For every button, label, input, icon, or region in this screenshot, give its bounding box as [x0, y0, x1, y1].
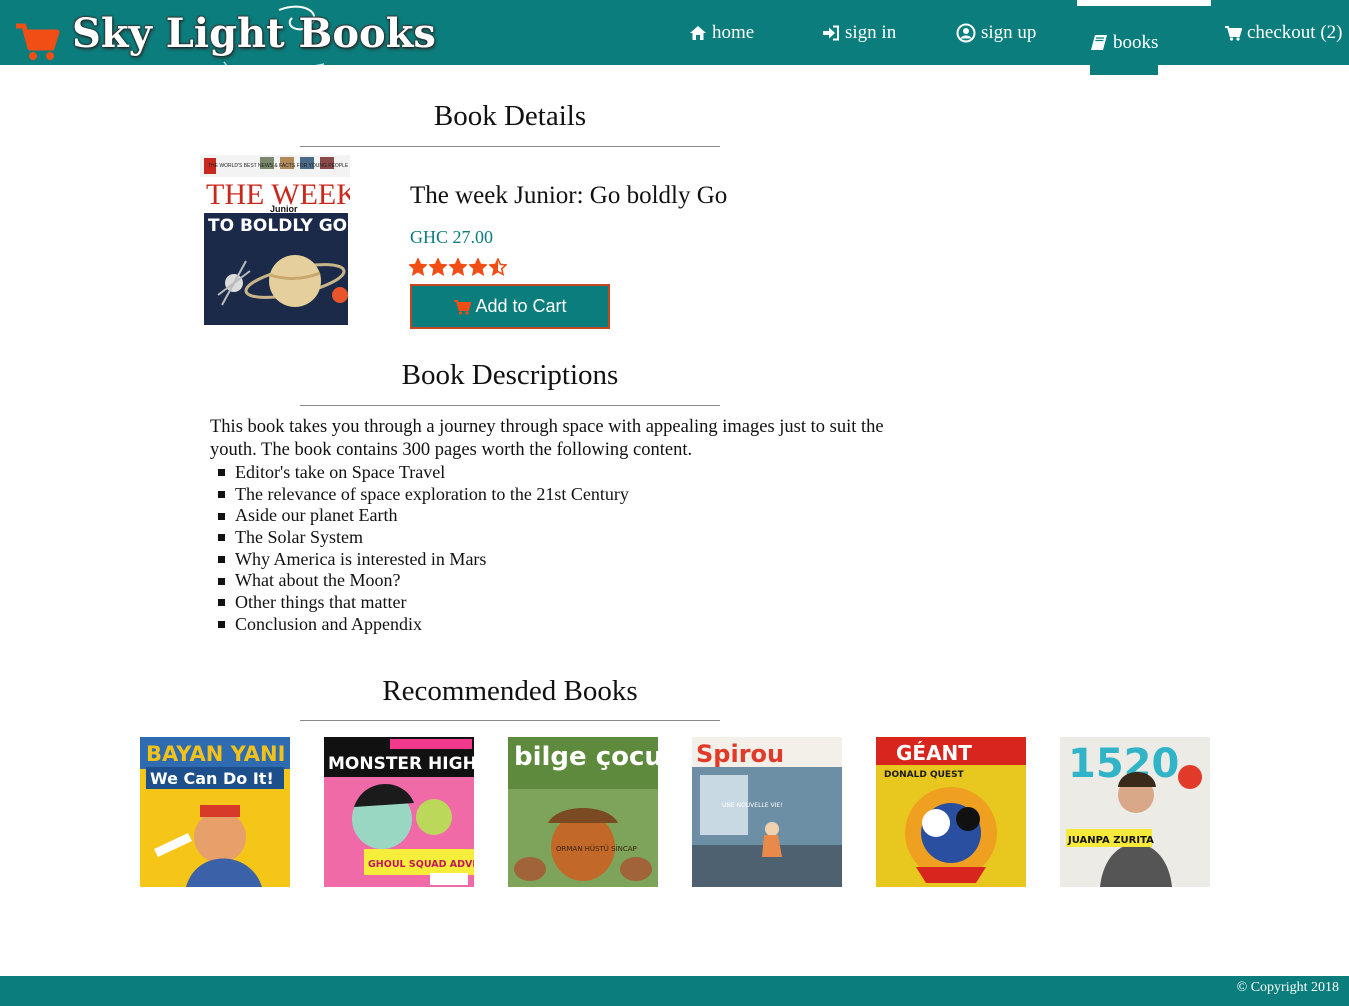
book-details-heading: Book Details [433, 100, 587, 132]
list-item-text: Editor's take on Space Travel [235, 462, 446, 482]
bullet-icon [218, 556, 225, 564]
list-item-text: Why America is interested in Mars [235, 548, 487, 569]
nav-books-label: books [1113, 31, 1159, 53]
recommended-books-heading: Recommended Books [382, 675, 638, 707]
cover-headline: TO BOLDLY GO [208, 216, 347, 236]
nav-checkout-label: checkout (2) [1247, 21, 1343, 43]
list-item-text: What about the Moon? [235, 570, 401, 591]
list-item: Editor's take on Space Travel [218, 462, 629, 484]
bullet-icon [218, 534, 225, 542]
list-item: Aside our planet Earth [218, 505, 629, 527]
list-item-text: Conclusion and Appendix [235, 613, 422, 634]
list-item: Other things that matter [218, 592, 629, 614]
recommended-book-3[interactable]: bilge çocuk ORMAN HÜSTÜ SİNCAP [508, 737, 658, 887]
book-description-text: This book takes you through a journey th… [210, 417, 884, 460]
bullet-icon [218, 491, 225, 499]
star-full-icon [409, 258, 427, 276]
add-to-cart-label: Add to Cart [475, 296, 567, 316]
shopping-cart-icon [16, 23, 60, 60]
list-item: The Solar System [218, 527, 629, 549]
nav-home-label: home [712, 21, 755, 43]
book-icon [1091, 35, 1107, 50]
list-item: The relevance of space exploration to th… [218, 484, 629, 506]
book-price: GHC 27.00 [410, 227, 494, 247]
star-full-icon [449, 258, 467, 276]
svg-text:DONALD QUEST: DONALD QUEST [884, 770, 965, 780]
user-circle-icon [956, 23, 976, 42]
cover-top-text: THE WORLD'S BEST NEWS & FACTS FOR YOUNG … [208, 163, 349, 169]
top-navbar: Sky Light Books home sign in sign up boo… [0, 0, 1349, 87]
list-item: Conclusion and Appendix [218, 614, 629, 636]
book-descriptions-heading: Book Descriptions [401, 359, 619, 391]
svg-text:MONSTER HIGH: MONSTER HIGH [328, 754, 474, 774]
svg-text:We Can Do It!: We Can Do It! [150, 769, 274, 788]
book-contents-list: Editor's take on Space Travel The releva… [218, 462, 629, 636]
cover-subtitle: Junior [270, 204, 298, 214]
star-half-icon [489, 258, 507, 276]
bullet-icon [218, 621, 225, 629]
svg-text:ORMAN HÜSTÜ SİNCAP: ORMAN HÜSTÜ SİNCAP [556, 844, 637, 853]
book-descriptions-divider [300, 405, 720, 406]
recommended-book-2[interactable]: MONSTER HIGH GHOUL SQUAD ADVENTURE [324, 737, 474, 887]
nav-sign-in-label: sign in [845, 21, 897, 43]
home-icon [690, 25, 706, 40]
book-rating [409, 258, 507, 276]
svg-text:GHOUL SQUAD ADVENTURE: GHOUL SQUAD ADVENTURE [368, 859, 474, 870]
svg-text:GÉANT: GÉANT [896, 741, 972, 765]
sign-in-icon [823, 25, 839, 40]
recommended-book-4[interactable]: Spirou UNE NOUVELLE VIE! [692, 737, 842, 887]
bullet-icon [218, 469, 225, 477]
brand-name: Sky Light Books [72, 10, 436, 57]
svg-text:bilge çocuk: bilge çocuk [514, 742, 658, 772]
nav-books[interactable]: books [1090, 10, 1159, 75]
bullet-icon [218, 599, 225, 607]
cart-icon [1225, 25, 1242, 41]
list-item-text: Aside our planet Earth [235, 505, 398, 526]
book-title: The week Junior: Go boldly Go [410, 182, 728, 209]
add-to-cart-button[interactable]: Add to Cart [410, 284, 610, 329]
book-details-divider [300, 146, 720, 147]
list-item-text: Other things that matter [235, 592, 407, 613]
book-cover-image: THE WORLD'S BEST NEWS & FACTS FOR YOUNG … [200, 155, 358, 325]
bullet-icon [218, 512, 225, 520]
list-item: What about the Moon? [218, 570, 629, 592]
list-item: Why America is interested in Mars [218, 549, 629, 571]
svg-text:JUANPA ZURITA: JUANPA ZURITA [1067, 835, 1154, 846]
copyright-text: © Copyright 2018 [1236, 980, 1339, 995]
nav-sign-in[interactable]: sign in [822, 0, 896, 65]
star-full-icon [429, 258, 447, 276]
bullet-icon [218, 577, 225, 585]
list-item-text: The Solar System [235, 527, 363, 548]
star-full-icon [469, 258, 487, 276]
recommended-book-1[interactable]: BAYAN YANI We Can Do It! [140, 737, 290, 887]
cart-icon [454, 299, 472, 315]
svg-text:UNE NOUVELLE VIE!: UNE NOUVELLE VIE! [722, 802, 783, 809]
svg-text:Spirou: Spirou [696, 740, 784, 768]
footer: © Copyright 2018 [0, 976, 1349, 1006]
nav-home[interactable]: home [689, 0, 754, 65]
recommended-books-divider [300, 720, 720, 721]
recommended-book-5[interactable]: GÉANT DONALD QUEST [876, 737, 1026, 887]
nav-sign-up[interactable]: sign up [956, 0, 1036, 65]
nav-active-indicator [1077, 0, 1211, 6]
svg-text:BAYAN YANI: BAYAN YANI [146, 742, 285, 766]
list-item-text: The relevance of space exploration to th… [235, 483, 629, 504]
nav-sign-up-label: sign up [981, 21, 1037, 43]
recommended-book-6[interactable]: 1520 JUANPA ZURITA [1060, 737, 1210, 887]
nav-checkout[interactable]: checkout (2) [1224, 0, 1342, 65]
